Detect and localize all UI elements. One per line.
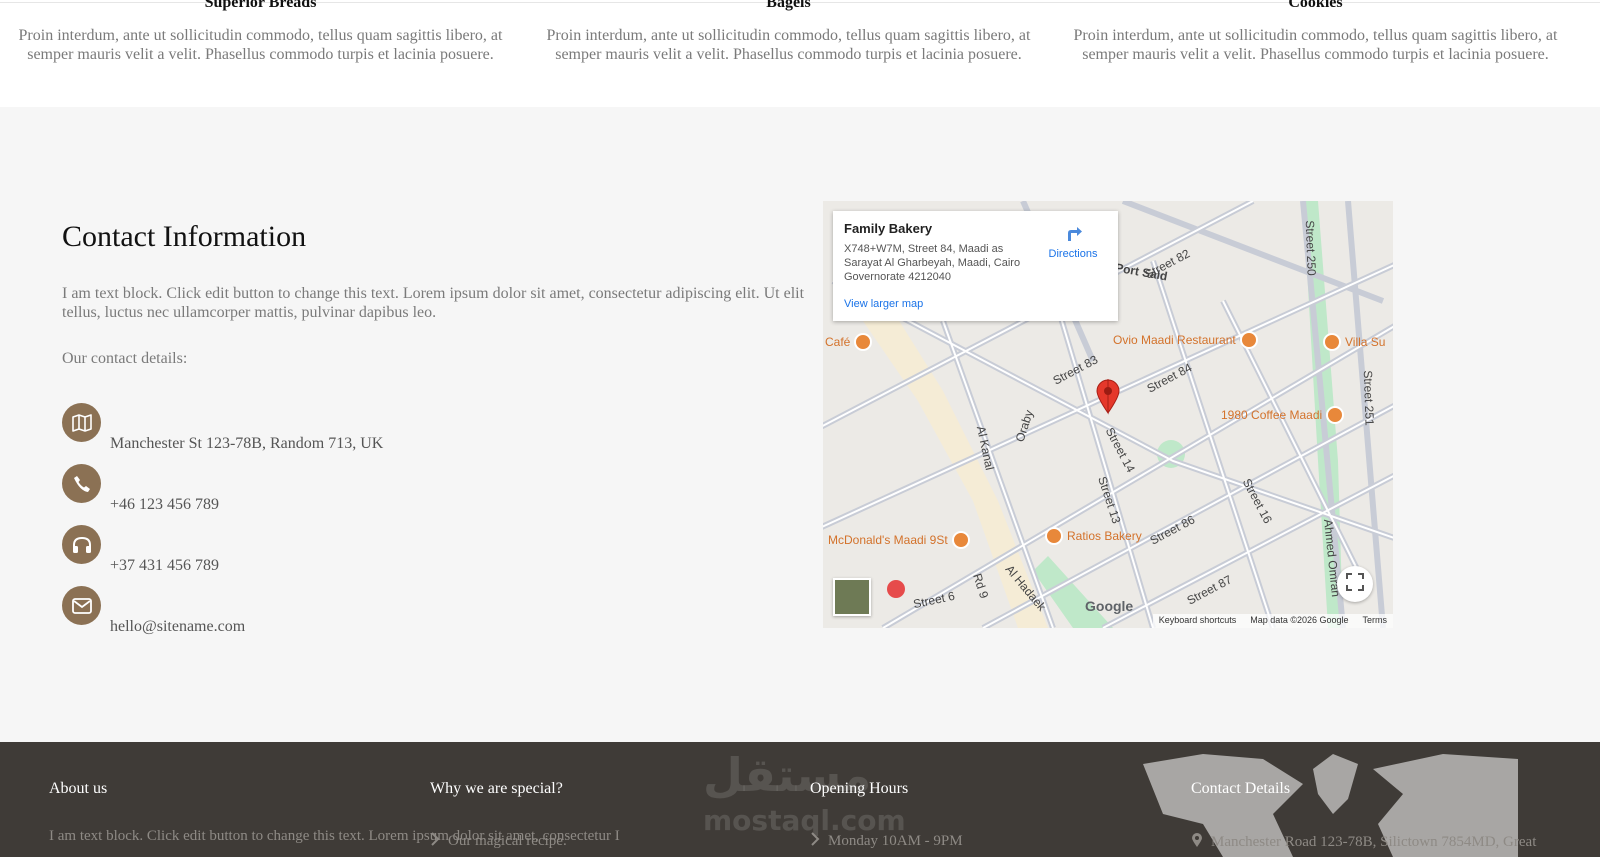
footer-special-item[interactable]: Our magical recipe. [448, 833, 567, 850]
contact-address: Manchester St 123-78B, Random 713, UK [62, 403, 762, 458]
map-poi[interactable]: Café [825, 333, 873, 351]
restaurant-icon [951, 531, 970, 549]
map-poi-label: Ratios Bakery [1067, 529, 1142, 543]
restaurant-icon [1239, 331, 1258, 349]
product-description: Proin interdum, ante ut sollicitudin com… [546, 27, 1031, 63]
directions-button[interactable]: Directions [1038, 221, 1108, 260]
map-poi[interactable]: Villa Su [1323, 333, 1385, 351]
fullscreen-button[interactable] [1337, 566, 1373, 602]
satellite-toggle[interactable] [833, 578, 871, 616]
product-card: Cookies Proin interdum, ante ut sollicit… [1063, 0, 1568, 64]
map-attribution: Keyboard shortcuts Map data ©2026 Google… [1152, 614, 1393, 628]
view-larger-map-link[interactable]: View larger map [844, 298, 923, 310]
terms-link[interactable]: Terms [1363, 615, 1388, 627]
email-text[interactable]: hello@sitename.com [110, 618, 245, 636]
product-title: Superior Breads [204, 0, 317, 11]
place-info-card: Family Bakery X748+W7M, Street 84, Maadi… [833, 211, 1118, 321]
support-phone-text[interactable]: +37 431 456 789 [110, 557, 219, 575]
google-map[interactable]: Street 82 Street 83 Street 84 Street 14 … [823, 201, 1393, 628]
footer-contact-details: Contact Details Manchester Road 123-78B,… [1191, 780, 1536, 853]
map-poi-label: McDonald's Maadi 9St [828, 533, 948, 547]
map-poi[interactable]: Ovio Maadi Restaurant [1113, 331, 1258, 349]
address-text: Manchester St 123-78B, Random 713, UK [110, 435, 384, 452]
directions-icon [1062, 227, 1084, 246]
map-poi-label: Villa Su [1345, 335, 1386, 349]
footer-hours: Opening Hours Monday 10AM - 9PM [810, 780, 963, 851]
map-poi-label: Ovio Maadi Restaurant [1113, 333, 1236, 347]
product-description: Proin interdum, ante ut sollicitudin com… [1073, 27, 1558, 63]
chevron-right-icon [430, 832, 440, 851]
cafe-icon [1326, 406, 1345, 424]
footer-special-title: Why we are special? [430, 780, 563, 797]
chevron-right-icon [810, 832, 820, 851]
footer-contact-title: Contact Details [1191, 780, 1291, 797]
site-footer: مستقل mostaql.com About us I am text blo… [0, 742, 1600, 857]
contact-title: Contact Information [62, 220, 307, 253]
location-pin-icon [1191, 832, 1203, 853]
map-poi-label: 1980 Coffee Maadi [1221, 408, 1323, 422]
phone-icon [62, 464, 101, 503]
contact-phone: +46 123 456 789 [62, 464, 762, 519]
contact-details-label: Our contact details: [62, 350, 188, 367]
directions-label: Directions [1048, 248, 1098, 260]
product-description: Proin interdum, ante ut sollicitudin com… [18, 27, 503, 63]
map-poi-label: Café [825, 335, 851, 349]
cafe-icon [1323, 333, 1341, 351]
expand-icon [1346, 572, 1364, 596]
map-poi[interactable]: McDonald's Maadi 9St [828, 531, 970, 549]
map-data-text: Map data ©2026 Google [1250, 615, 1349, 625]
phone-text[interactable]: +46 123 456 789 [110, 496, 219, 514]
products-section: Superior Breads Proin interdum, ante ut … [0, 0, 1600, 107]
product-title: Bagels [766, 0, 811, 11]
contact-intro: I am text block. Click edit button to ch… [62, 285, 805, 321]
map-poi[interactable]: Ratios Bakery [1045, 527, 1142, 545]
contact-section: Contact Information I am text block. Cli… [0, 107, 1600, 742]
map-icon [62, 403, 101, 442]
footer-contact-item: Manchester Road 123-78B, Silictown 7854M… [1211, 834, 1537, 850]
footer-hours-title: Opening Hours [810, 780, 909, 797]
google-logo: Google [1085, 598, 1134, 614]
keyboard-shortcuts-link[interactable]: Keyboard shortcuts [1159, 615, 1237, 627]
map-poi[interactable]: 1980 Coffee Maadi [1221, 406, 1345, 424]
cafe-icon [854, 333, 873, 351]
map-street-label: Street 251 [1360, 370, 1377, 426]
product-card: Superior Breads Proin interdum, ante ut … [8, 0, 513, 64]
headphones-icon [62, 525, 101, 564]
restaurant-icon [1045, 527, 1063, 545]
product-card: Bagels Proin interdum, ante ut sollicitu… [536, 0, 1041, 64]
envelope-icon [62, 586, 101, 625]
footer-special: Why we are special? Our magical recipe. [430, 780, 567, 851]
product-title: Cookies [1288, 0, 1343, 11]
footer-hours-item: Monday 10AM - 9PM [828, 833, 963, 849]
place-name: Family Bakery [844, 221, 933, 236]
map-street-label: Street 250 [1302, 220, 1319, 276]
place-address: X748+W7M, Street 84, Maadi as Sarayat Al… [844, 243, 1021, 283]
contact-support-phone: +37 431 456 789 [62, 525, 762, 580]
contact-email: hello@sitename.com [62, 586, 762, 641]
